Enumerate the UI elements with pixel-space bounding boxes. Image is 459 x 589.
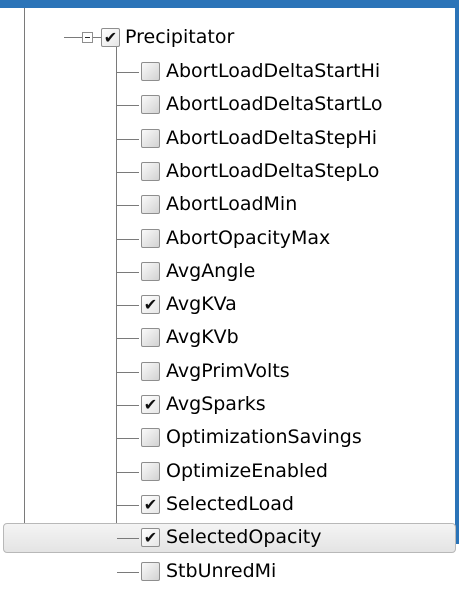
tree-item-label: StbUnredMi	[166, 559, 277, 582]
tree-item-label: AbortLoadDeltaStartLo	[166, 93, 383, 116]
checkbox[interactable]	[141, 461, 160, 481]
checkbox[interactable]: ✔	[101, 28, 120, 47]
tree-guide-line-branch	[117, 205, 139, 207]
tree-item-label: AbortLoadDeltaStepHi	[166, 126, 378, 149]
tree-item[interactable]: AbortLoadDeltaStartHi	[0, 56, 455, 89]
checkbox[interactable]	[141, 161, 160, 181]
tree-item[interactable]: AvgPrimVolts	[0, 356, 455, 389]
tree-item-label: AvgKVb	[166, 326, 239, 349]
tree-guide-line-branch	[117, 471, 139, 473]
checkbox[interactable]	[141, 62, 160, 81]
tree-guide-line-branch	[117, 405, 139, 406]
tree-guide-line-branch	[117, 538, 139, 540]
tree-item-label: OptimizeEnabled	[166, 459, 328, 482]
checkbox[interactable]	[141, 195, 160, 215]
window-frame-right	[455, 0, 459, 544]
tree-guide-line-branch	[117, 72, 139, 73]
checkbox[interactable]	[141, 328, 160, 348]
tree-item-label: AvgKVa	[166, 293, 237, 316]
checkbox[interactable]: ✔	[141, 395, 160, 414]
checkbox[interactable]	[141, 95, 160, 115]
tree-item-label: AbortLoadMin	[166, 193, 298, 216]
tree-item[interactable]: AbortLoadMin	[0, 189, 455, 222]
tree-item[interactable]: AvgAngle	[0, 256, 455, 289]
checkbox[interactable]: ✔	[141, 494, 160, 514]
checkbox[interactable]: ✔	[141, 295, 160, 315]
checkbox[interactable]	[141, 228, 160, 248]
tree-item[interactable]: ✔ AvgKVa	[0, 289, 455, 322]
minus-box-icon[interactable]	[82, 32, 93, 43]
checkmark-icon: ✔	[143, 295, 158, 315]
checkmark-icon: ✔	[143, 494, 158, 514]
checkbox[interactable]	[141, 361, 160, 381]
tree-item[interactable]: StbUnredMi	[0, 556, 455, 589]
tree-item[interactable]: OptimizationSavings	[0, 422, 455, 455]
tree-guide-line-branch	[117, 105, 139, 107]
tree-item[interactable]: OptimizeEnabled	[0, 456, 455, 489]
tree-item-label: AbortOpacityMax	[166, 226, 331, 249]
checkmark-icon: ✔	[103, 28, 118, 47]
tree-guide-line-branch	[117, 238, 139, 240]
checkbox[interactable]	[141, 561, 160, 581]
tree-item-label: AvgSparks	[166, 393, 266, 415]
checkbox[interactable]	[141, 261, 160, 281]
tree-item[interactable]: AbortLoadDeltaStepHi	[0, 123, 455, 156]
tree-guide-line-branch	[117, 138, 139, 140]
tree-item[interactable]: AbortOpacityMax	[0, 223, 455, 256]
tree-item-label: AbortLoadDeltaStartHi	[166, 60, 381, 82]
tree-item[interactable]: AbortLoadDeltaStartLo	[0, 89, 455, 122]
tree-item[interactable]: ✔ AvgSparks	[0, 389, 455, 422]
checkbox[interactable]	[141, 128, 160, 148]
tree-guide-line-stub	[93, 37, 101, 38]
tree-item-label: SelectedLoad	[166, 492, 294, 515]
checkmark-icon: ✔	[143, 395, 158, 414]
tree-view[interactable]: ✔ Precipitator AbortLoadDeltaStartHi Abor…	[0, 8, 456, 582]
tree-item[interactable]: AbortLoadDeltaStepLo	[0, 156, 455, 189]
checkbox[interactable]: ✔	[141, 528, 160, 548]
checkbox[interactable]	[141, 428, 160, 448]
tree-item-label: OptimizationSavings	[166, 426, 362, 449]
tree-node-precipitator[interactable]: ✔ Precipitator	[0, 23, 455, 56]
window-frame-top	[0, 0, 459, 8]
tree-guide-line-branch	[117, 271, 139, 273]
tree-guide-line-branch	[117, 171, 139, 173]
tree-item-label: AvgAngle	[166, 259, 256, 282]
tree-item[interactable]: ✔ SelectedOpacity	[0, 522, 456, 555]
tree-guide-line-branch	[117, 571, 139, 573]
tree-guide-line-branch	[117, 338, 139, 340]
tree-guide-line-branch	[117, 371, 139, 373]
tree-node-label: Precipitator	[125, 26, 235, 48]
tree-guide-line-branch	[117, 305, 139, 307]
tree-item[interactable]: AvgKVb	[0, 322, 455, 355]
tree-item-label: AvgPrimVolts	[166, 359, 290, 382]
tree-item-label: SelectedOpacity	[166, 526, 322, 549]
tree-guide-line-branch	[117, 438, 139, 440]
tree-guide-line-branch	[117, 504, 139, 506]
tree-item-label: AbortLoadDeltaStepLo	[166, 159, 380, 182]
tree-item[interactable]: ✔ SelectedLoad	[0, 489, 455, 522]
